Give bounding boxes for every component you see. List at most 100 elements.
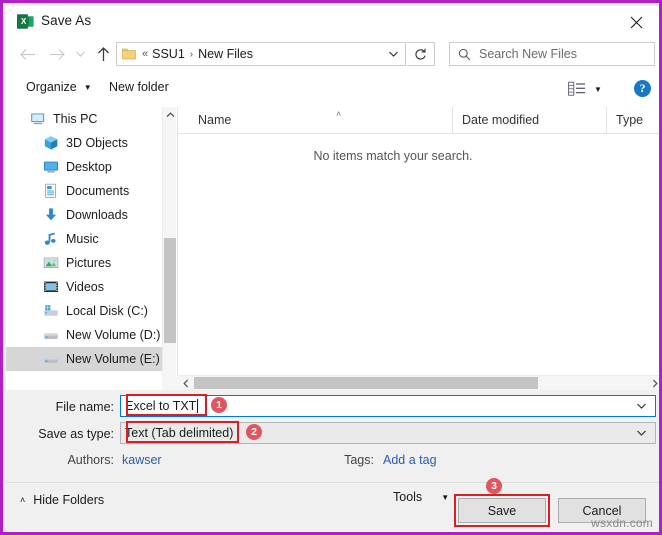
watermark: wsxdn.com xyxy=(591,516,653,530)
authors-value[interactable]: kawser xyxy=(122,453,162,467)
sidebar-scrollbar-thumb[interactable] xyxy=(164,238,176,343)
address-dropdown-button[interactable] xyxy=(388,45,399,63)
chevron-left-glyph xyxy=(182,379,188,387)
chevron-up-glyph xyxy=(166,111,174,117)
breadcrumb-segment-ssu1[interactable]: SSU1 xyxy=(152,47,185,61)
file-list-pane[interactable]: Name ˄ Date modified Type No items match… xyxy=(178,107,659,390)
desktop-icon xyxy=(43,159,59,175)
chevron-left-icon[interactable] xyxy=(178,376,193,390)
command-toolbar: Organize ▼ New folder ▼ ? xyxy=(6,72,659,107)
drive-icon xyxy=(43,351,59,367)
column-header-type[interactable]: Type xyxy=(608,107,659,133)
up-button[interactable] xyxy=(91,42,115,66)
close-button[interactable] xyxy=(618,9,654,35)
documents-icon xyxy=(43,183,59,199)
recent-locations-button[interactable] xyxy=(71,42,89,66)
column-header-name[interactable]: Name ˄ xyxy=(198,107,453,133)
sidebar-item-music[interactable]: Music xyxy=(6,227,162,251)
file-name-value: Excel to TXT xyxy=(125,399,197,413)
sidebar-item-documents[interactable]: Documents xyxy=(6,179,162,203)
sidebar-item-label: Music xyxy=(66,232,99,246)
arrow-left-icon xyxy=(19,48,35,60)
address-bar[interactable]: « SSU1 › New Files xyxy=(116,42,406,66)
sort-ascending-icon: ˄ xyxy=(336,109,342,119)
sidebar-item-local-disk-c[interactable]: Local Disk (C:) xyxy=(6,299,162,323)
search-icon xyxy=(458,48,471,60)
tags-label: Tags: xyxy=(344,453,374,467)
drive-icon xyxy=(43,327,59,343)
chevron-down-icon xyxy=(75,51,85,57)
sidebar-item-3d-objects[interactable]: 3D Objects xyxy=(6,131,162,155)
text-caret xyxy=(197,399,199,413)
save-as-dialog: X Save As « SSU1 › New Files Search New … xyxy=(0,0,662,535)
sidebar-item-label: Downloads xyxy=(66,208,128,222)
organize-label: Organize xyxy=(26,80,77,94)
file-name-input[interactable]: Excel to TXT xyxy=(120,395,656,417)
sidebar-item-this-pc[interactable]: This PC xyxy=(6,107,162,131)
tools-button[interactable]: Tools ▼ xyxy=(393,490,449,504)
sidebar-item-new-volume-d[interactable]: New Volume (D:) xyxy=(6,323,162,347)
navigation-pane: This PC 3D Objects Desktop Documents Downloa… xyxy=(6,107,162,390)
view-mode-caret-icon[interactable]: ▼ xyxy=(594,85,602,94)
sidebar-item-new-volume-e[interactable]: New Volume (E:) xyxy=(6,347,162,371)
annotation-badge-3: 3 xyxy=(486,478,502,494)
forward-button[interactable] xyxy=(45,42,69,66)
chevron-down-icon xyxy=(389,51,398,57)
title-bar: X Save As xyxy=(6,6,659,36)
refresh-icon xyxy=(415,48,426,60)
downloads-icon xyxy=(43,207,59,223)
sidebar-item-label: New Volume (D:) xyxy=(66,328,161,342)
sidebar-item-label: 3D Objects xyxy=(66,136,128,150)
refresh-button[interactable] xyxy=(407,42,435,66)
file-list-horizontal-scrollbar[interactable] xyxy=(178,375,659,390)
authors-label: Authors: xyxy=(67,453,114,467)
column-header-name-label: Name xyxy=(198,113,232,127)
sidebar-scrollbar[interactable] xyxy=(162,107,176,390)
local-disk-icon xyxy=(43,303,59,319)
sidebar-item-label: Videos xyxy=(66,280,104,294)
save-button[interactable]: Save xyxy=(458,498,546,523)
chevron-down-icon xyxy=(637,403,646,409)
tools-label: Tools xyxy=(393,490,423,504)
help-button[interactable]: ? xyxy=(634,80,651,97)
chevron-up-icon[interactable] xyxy=(163,107,177,122)
chevron-right-icon[interactable] xyxy=(647,376,659,390)
column-header-date-modified[interactable]: Date modified xyxy=(454,107,607,133)
svg-text:X: X xyxy=(21,17,27,26)
excel-icon: X xyxy=(17,14,34,29)
folder-icon xyxy=(122,48,136,60)
sidebar-item-label: New Volume (E:) xyxy=(66,352,160,366)
breadcrumb-separator-icon: › xyxy=(189,48,194,60)
save-as-type-select[interactable]: Text (Tab delimited) xyxy=(120,422,656,444)
chevron-right-glyph xyxy=(652,379,658,387)
organize-button[interactable]: Organize ▼ xyxy=(26,80,92,94)
window-title: Save As xyxy=(41,13,92,28)
navigation-bar: « SSU1 › New Files Search New Files xyxy=(6,36,659,72)
sidebar-item-label: Desktop xyxy=(66,160,112,174)
search-box[interactable]: Search New Files xyxy=(449,42,655,66)
file-name-label: File name: xyxy=(55,400,114,414)
sidebar-item-desktop[interactable]: Desktop xyxy=(6,155,162,179)
view-list-icon xyxy=(568,81,585,96)
file-name-dropdown-button[interactable] xyxy=(636,397,647,415)
horizontal-scrollbar-thumb[interactable] xyxy=(194,377,538,389)
back-button[interactable] xyxy=(15,42,39,66)
sidebar-item-pictures[interactable]: Pictures xyxy=(6,251,162,275)
hide-folders-label: Hide Folders xyxy=(33,493,105,507)
sidebar-item-downloads[interactable]: Downloads xyxy=(6,203,162,227)
address-overflow-icon[interactable]: « xyxy=(142,48,148,60)
this-pc-icon xyxy=(30,111,46,127)
new-folder-button[interactable]: New folder xyxy=(109,80,169,94)
breadcrumb-segment-new-files[interactable]: New Files xyxy=(198,47,253,61)
3d-objects-icon xyxy=(43,135,59,151)
hide-folders-button[interactable]: ˄ Hide Folders xyxy=(20,493,104,507)
chevron-down-icon: ▼ xyxy=(83,82,92,92)
sidebar-item-label: Pictures xyxy=(66,256,112,270)
sidebar-item-videos[interactable]: Videos xyxy=(6,275,162,299)
chevron-up-icon: ˄ xyxy=(20,495,26,505)
empty-list-message: No items match your search. xyxy=(313,149,473,163)
add-a-tag-link[interactable]: Add a tag xyxy=(383,453,437,467)
view-mode-button[interactable] xyxy=(568,81,588,97)
close-icon xyxy=(630,16,642,28)
save-as-type-dropdown-button[interactable] xyxy=(636,424,647,442)
